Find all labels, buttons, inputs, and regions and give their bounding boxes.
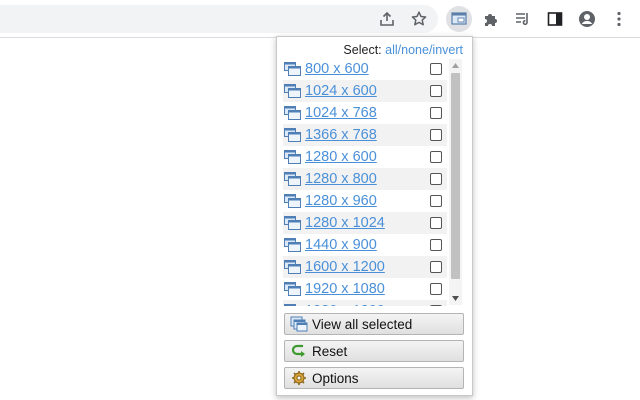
- options-button[interactable]: Options: [284, 367, 464, 389]
- scroll-down-arrow-icon[interactable]: [449, 292, 462, 305]
- resolution-checkbox[interactable]: [430, 195, 442, 207]
- select-label: Select:: [343, 43, 382, 57]
- select-all-link[interactable]: all: [385, 43, 398, 57]
- star-icon[interactable]: [406, 6, 432, 32]
- resolution-checkbox[interactable]: [430, 283, 442, 295]
- resolution-link[interactable]: 1024 x 600: [305, 83, 377, 99]
- resolution-checkbox[interactable]: [430, 239, 442, 251]
- resolution-row: 1024 x 768: [283, 102, 447, 124]
- window-icon: [284, 194, 301, 208]
- resolution-link[interactable]: 1366 x 768: [305, 127, 377, 143]
- window-icon: [284, 304, 301, 306]
- window-icon: [284, 62, 301, 76]
- options-label: Options: [312, 370, 359, 386]
- gear-icon: [292, 371, 306, 385]
- side-panel-icon[interactable]: [542, 6, 568, 32]
- resolution-checkbox[interactable]: [430, 305, 442, 306]
- window-resizer-extension-icon[interactable]: [446, 6, 472, 32]
- window-icon: [284, 150, 301, 164]
- resolution-checkbox[interactable]: [430, 63, 442, 75]
- scroll-thumb[interactable]: [451, 73, 460, 279]
- select-controls: Select: all/none/invert: [343, 43, 463, 57]
- address-bar[interactable]: [0, 5, 438, 33]
- reading-list-icon[interactable]: [510, 6, 536, 32]
- reset-label: Reset: [312, 343, 348, 359]
- profile-avatar-icon[interactable]: [574, 6, 600, 32]
- resolution-row: 1920 x 1080: [283, 278, 447, 300]
- windows-stack-icon: [290, 316, 308, 332]
- list-scrollbar[interactable]: [449, 59, 462, 305]
- resolution-row: 1920 x 1200: [283, 300, 447, 306]
- extensions-puzzle-icon[interactable]: [478, 6, 504, 32]
- resolution-link[interactable]: 1920 x 1080: [305, 281, 385, 297]
- window-icon: [284, 216, 301, 230]
- resolution-row: 1440 x 900: [283, 234, 447, 256]
- resolution-link[interactable]: 1600 x 1200: [305, 259, 385, 275]
- window-icon: [284, 106, 301, 120]
- window-icon: [284, 282, 301, 296]
- resolution-checkbox[interactable]: [430, 129, 442, 141]
- resolution-link[interactable]: 1280 x 800: [305, 171, 377, 187]
- window-icon: [284, 128, 301, 142]
- window-icon: [284, 84, 301, 98]
- resolution-link[interactable]: 1024 x 768: [305, 105, 377, 121]
- window-icon: [284, 260, 301, 274]
- resolution-link[interactable]: 1280 x 600: [305, 149, 377, 165]
- resolution-row: 800 x 600: [283, 58, 447, 80]
- resolution-row: 1280 x 600: [283, 146, 447, 168]
- reset-button[interactable]: Reset: [284, 340, 464, 362]
- resolution-row: 1280 x 1024: [283, 212, 447, 234]
- resolution-row: 1600 x 1200: [283, 256, 447, 278]
- scroll-up-arrow-icon[interactable]: [449, 59, 462, 72]
- resolution-checkbox[interactable]: [430, 261, 442, 273]
- window-resizer-popup: Select: all/none/invert 800 x 600 1024 x …: [276, 36, 473, 396]
- resolution-checkbox[interactable]: [430, 107, 442, 119]
- resolution-checkbox[interactable]: [430, 85, 442, 97]
- window-icon: [284, 238, 301, 252]
- resolution-checkbox[interactable]: [430, 217, 442, 229]
- resolution-row: 1280 x 800: [283, 168, 447, 190]
- resolution-link[interactable]: 1280 x 1024: [305, 215, 385, 231]
- resolution-link[interactable]: 1920 x 1200: [305, 303, 385, 306]
- resolution-link[interactable]: 800 x 600: [305, 61, 369, 77]
- resolution-row: 1024 x 600: [283, 80, 447, 102]
- resolution-list[interactable]: 800 x 600 1024 x 600 1024 x 768 1366 x 768 1…: [283, 58, 463, 306]
- resolution-checkbox[interactable]: [430, 151, 442, 163]
- resolution-link[interactable]: 1440 x 900: [305, 237, 377, 253]
- view-all-selected-label: View all selected: [312, 316, 413, 332]
- resolution-link[interactable]: 1280 x 960: [305, 193, 377, 209]
- reset-arrow-icon: [291, 344, 305, 357]
- browser-toolbar: [0, 0, 640, 38]
- select-invert-link[interactable]: invert: [432, 43, 463, 57]
- more-menu-icon[interactable]: [606, 6, 632, 32]
- share-icon[interactable]: [374, 6, 400, 32]
- resolution-row: 1280 x 960: [283, 190, 447, 212]
- resolution-row: 1366 x 768: [283, 124, 447, 146]
- select-none-link[interactable]: none: [401, 43, 429, 57]
- window-icon: [284, 172, 301, 186]
- resolution-checkbox[interactable]: [430, 173, 442, 185]
- view-all-selected-button[interactable]: View all selected: [284, 313, 464, 335]
